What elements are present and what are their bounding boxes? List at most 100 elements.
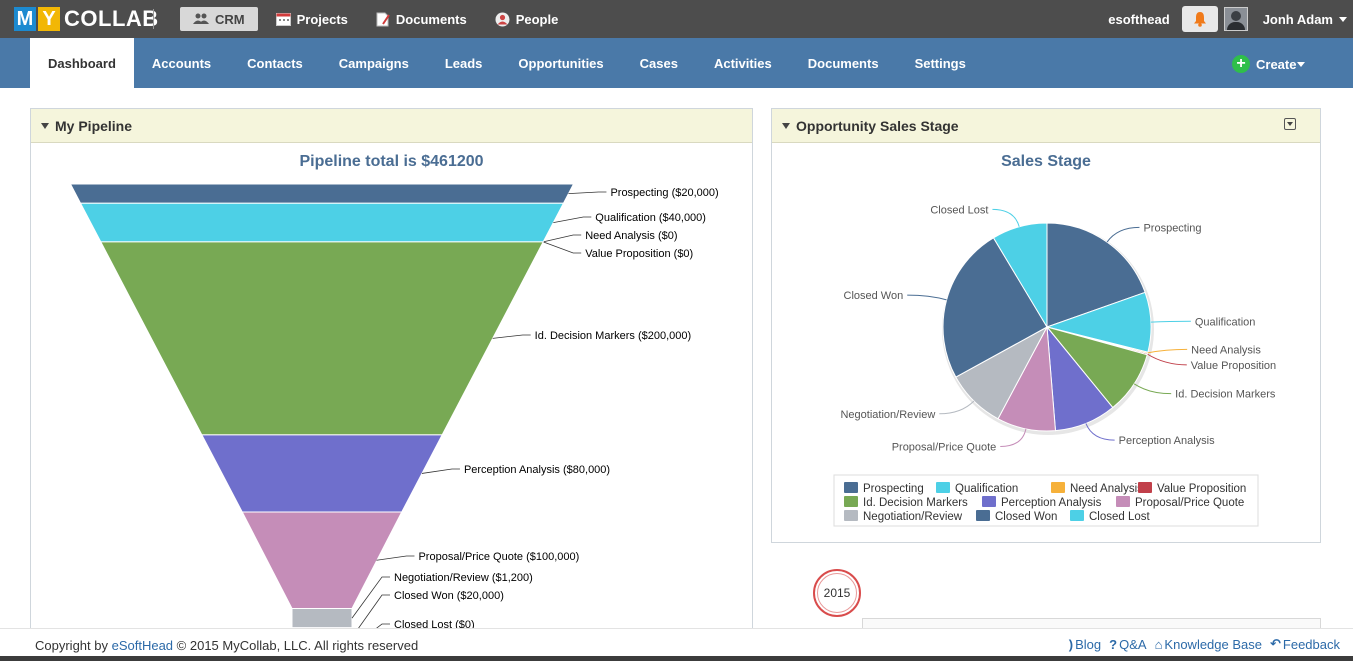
legend-swatch[interactable] (1051, 482, 1065, 493)
legend-swatch[interactable] (844, 496, 858, 507)
legend-swatch[interactable] (936, 482, 950, 493)
rss-icon: ) (1068, 636, 1074, 652)
tab-leads[interactable]: Leads (427, 38, 501, 88)
question-icon: ? (1109, 636, 1118, 652)
pipeline-funnel-chart: Prospecting ($20,000) Qualification ($40,… (69, 183, 719, 637)
bell-icon (1193, 12, 1206, 27)
crm-tabs: Dashboard Accounts Contacts Campaigns Le… (30, 38, 984, 88)
funnel-label: Qualification ($40,000) (595, 212, 706, 224)
module-nav: CRM Projects Documents People (180, 7, 576, 31)
sales-stage-panel: Opportunity Sales Stage Sales Stage Pros… (771, 108, 1321, 543)
funnel-label: Negotiation/Review ($1,200) (394, 572, 533, 584)
feedback-link[interactable]: ↶ Feedback (1270, 636, 1340, 652)
user-area: esofthead Jonh Adam (1108, 0, 1353, 38)
funnel-segment[interactable] (69, 183, 575, 204)
avatar[interactable] (1223, 7, 1248, 31)
legend-swatch[interactable] (1070, 510, 1084, 521)
copyright-prefix: Copyright by (35, 638, 108, 653)
legend-label[interactable]: Closed Lost (1089, 511, 1151, 523)
legend-swatch[interactable] (976, 510, 990, 521)
funnel-segment[interactable] (201, 434, 443, 513)
copyright: Copyright by eSoftHead © 2015 MyCollab, … (35, 638, 418, 653)
tab-accounts[interactable]: Accounts (134, 38, 229, 88)
create-button[interactable]: + Create (1232, 55, 1311, 73)
module-label: Documents (395, 11, 467, 27)
module-label: Projects (296, 11, 348, 27)
pie-label: Perception Analysis (1119, 435, 1215, 447)
pie-legend: Prospecting Qualification Need Analysis Val… (833, 474, 1259, 527)
account-name[interactable]: esofthead (1108, 12, 1169, 27)
funnel-label: Perception Analysis ($80,000) (464, 464, 610, 476)
chevron-down-icon (1297, 61, 1306, 67)
link-label: Knowledge Base (1164, 636, 1262, 652)
tab-settings[interactable]: Settings (897, 38, 984, 88)
company-link[interactable]: eSoftHead (112, 638, 173, 653)
legend-label[interactable]: Id. Decision Markers (863, 497, 968, 509)
pie-label: Qualification (1195, 316, 1256, 328)
chevron-down-icon[interactable] (1339, 16, 1347, 22)
tab-contacts[interactable]: Contacts (229, 38, 321, 88)
funnel-segment[interactable] (79, 202, 565, 243)
funnel-label: Value Proposition ($0) (585, 248, 693, 260)
module-people[interactable]: People (485, 7, 569, 31)
funnel-label-connector (553, 216, 592, 223)
funnel-label-connector (543, 234, 582, 243)
pie-label: Proposal/Price Quote (892, 441, 997, 453)
funnel-segment[interactable] (291, 607, 353, 629)
legend-swatch[interactable] (1116, 496, 1130, 507)
legend-swatch[interactable] (1138, 482, 1152, 493)
legend-label[interactable]: Negotiation/Review (863, 511, 963, 523)
legend-label[interactable]: Closed Won (995, 511, 1057, 523)
module-projects[interactable]: Projects (266, 7, 358, 31)
person-icon (495, 12, 510, 26)
tab-dashboard[interactable]: Dashboard (30, 38, 134, 88)
legend-swatch[interactable] (844, 510, 858, 521)
logo-text: COLLAB (64, 6, 159, 31)
legend-label[interactable]: Need Analysis (1070, 483, 1143, 495)
notification-button[interactable] (1181, 6, 1218, 32)
pie-label-connector (1133, 383, 1172, 395)
mycollab-logo[interactable]: M Y COLLAB (14, 6, 159, 32)
logo-letter-y: Y (38, 7, 60, 31)
legend-swatch[interactable] (982, 496, 996, 507)
module-crm[interactable]: CRM (180, 7, 258, 31)
pie-label-connector (939, 400, 975, 415)
pie-label-connector (1150, 320, 1191, 323)
funnel-label: Need Analysis ($0) (585, 230, 677, 242)
bank-icon: ⌂ (1154, 636, 1163, 652)
funnel-label-connector (568, 191, 607, 195)
tab-cases[interactable]: Cases (622, 38, 696, 88)
pie-label-connector (1147, 353, 1187, 366)
funnel-segment[interactable] (99, 241, 545, 436)
qa-link[interactable]: ? Q&A (1109, 636, 1146, 652)
footer: Copyright by eSoftHead © 2015 MyCollab, … (0, 628, 1353, 656)
legend-label[interactable]: Prospecting (863, 483, 924, 495)
user-name[interactable]: Jonh Adam (1263, 12, 1333, 27)
funnel-label-connector (492, 334, 531, 339)
copyright-suffix: © 2015 MyCollab, LLC. All rights reserve… (176, 638, 419, 653)
legend-swatch[interactable] (844, 482, 858, 493)
knowledge-base-link[interactable]: ⌂ Knowledge Base (1155, 636, 1262, 652)
timeline-year-bubble[interactable]: 2015 (813, 569, 861, 617)
document-icon (376, 12, 390, 26)
tab-opportunities[interactable]: Opportunities (500, 38, 621, 88)
legend-label[interactable]: Value Proposition (1157, 483, 1246, 495)
module-documents[interactable]: Documents (366, 7, 477, 31)
legend-label[interactable]: Proposal/Price Quote (1135, 497, 1244, 509)
tab-activities[interactable]: Activities (696, 38, 790, 88)
legend-label[interactable]: Qualification (955, 483, 1018, 495)
pie-label: Prospecting (1143, 222, 1201, 234)
link-label: Q&A (1119, 636, 1147, 652)
funnel-label-connector (543, 241, 582, 254)
top-bar: M Y COLLAB CRM Projects Documents People… (0, 0, 1353, 38)
tab-documents[interactable]: Documents (790, 38, 897, 88)
pie-label-connector (1147, 348, 1188, 354)
tab-campaigns[interactable]: Campaigns (321, 38, 427, 88)
timeline-year: 2015 (823, 586, 851, 600)
crm-nav-bar: Dashboard Accounts Contacts Campaigns Le… (0, 38, 1353, 88)
legend-label[interactable]: Perception Analysis (1001, 497, 1102, 509)
pie-label: Closed Lost (930, 204, 988, 216)
logo-letter-m: M (14, 7, 36, 31)
pie-label-connector (907, 294, 947, 301)
blog-link[interactable]: ) Blog (1069, 636, 1101, 652)
